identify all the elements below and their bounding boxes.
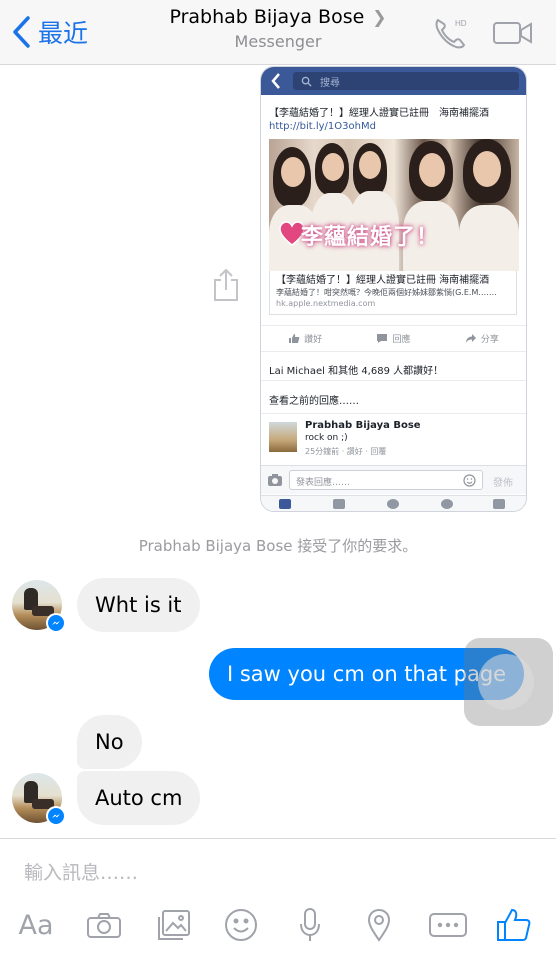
camera-icon	[268, 474, 282, 486]
likes-summary: Lai Michael 和其他 4,689 人都讚好！	[261, 351, 526, 381]
touch-indicator	[464, 638, 553, 726]
app-subtitle: Messenger	[234, 32, 322, 51]
comment-field: 發表回應……	[289, 470, 483, 490]
post-photo: 李蘊結婚了！	[269, 139, 519, 271]
camera-icon	[87, 913, 121, 938]
share-icon	[214, 268, 238, 301]
share-button[interactable]	[212, 268, 240, 302]
post-title: 【李蘊結婚了！】經理人證實已註冊 海南補擺酒	[269, 108, 489, 119]
chevron-left-icon	[271, 73, 280, 89]
location-icon	[367, 908, 391, 942]
video-icon	[493, 22, 532, 44]
link-domain: hk.apple.nextmedia.com	[276, 299, 376, 308]
photo-gallery-button[interactable]	[154, 900, 194, 950]
like-send-button[interactable]	[494, 900, 534, 950]
message-bubble-incoming[interactable]: Wht is it	[77, 578, 200, 632]
microphone-icon	[300, 908, 320, 941]
thumbs-up-icon	[497, 908, 531, 941]
message-bubble-incoming[interactable]: Auto cm	[77, 771, 201, 825]
svg-text:HD: HD	[455, 19, 467, 28]
like-action: 讚好	[288, 332, 322, 345]
share-action: 分享	[465, 332, 499, 345]
commenter-avatar	[269, 422, 297, 452]
commenter-name: Prabhab Bijaya Bose	[305, 420, 421, 431]
messenger-badge-icon	[46, 806, 66, 826]
contact-name-text: Prabhab Bijaya Bose	[169, 6, 365, 28]
more-button[interactable]	[426, 900, 470, 950]
contact-name[interactable]: Prabhab Bijaya Bose ❯	[0, 6, 556, 28]
text-format-button[interactable]: Aa	[14, 900, 58, 950]
message-input[interactable]: 輸入訊息……	[24, 858, 138, 885]
comment-text: rock on ;)	[305, 433, 348, 443]
photo-caption: 李蘊結婚了！	[301, 225, 440, 250]
search-placeholder: 搜尋	[320, 77, 340, 89]
post-actions: 讚好 回應 分享	[261, 325, 526, 350]
link-description: 李蘊結婚了！咁突然嘅？今晚佢兩個好姊妹鄒紫惝(G.E.M.……	[276, 288, 497, 297]
facebook-tab-bar	[261, 495, 526, 511]
emoji-icon	[225, 909, 257, 941]
previous-comments-link: 查看之前的回應……	[269, 396, 359, 407]
system-message: Prabhab Bijaya Bose 接受了你的要求。	[138, 537, 418, 555]
phone-hd-icon: HD	[435, 18, 467, 49]
link-preview: 【李蘊結婚了！】經理人證實已註冊 海南補擺酒 李蘊結婚了！咁突然嘅？今晚佢兩個好…	[269, 271, 517, 315]
comment-label: 回應	[392, 334, 411, 345]
comment-item: Prabhab Bijaya Bose rock on ;) 25分鐘前 · 讚…	[261, 413, 526, 464]
comment-action: 回應	[376, 332, 411, 345]
hd-call-button[interactable]: HD	[432, 14, 470, 50]
post-link: http://bit.ly/1O3ohMd	[269, 121, 376, 132]
microphone-button[interactable]	[292, 900, 328, 950]
message-bubble-incoming[interactable]: No	[77, 715, 142, 769]
share-label: 分享	[480, 334, 499, 345]
thumbs-up-icon	[289, 333, 300, 343]
comment-icon	[377, 333, 388, 343]
search-icon	[301, 76, 312, 87]
composer-divider	[0, 838, 556, 839]
composer-toolbar: Aa	[0, 900, 556, 950]
emoji-icon	[463, 474, 476, 487]
share-arrow-icon	[465, 333, 476, 343]
comment-meta: 25分鐘前 · 讚好 · 回覆	[305, 447, 387, 456]
emoji-button[interactable]	[221, 900, 261, 950]
shared-screenshot-card[interactable]: 搜尋 【李蘊結婚了！】經理人證實已註冊 海南補擺酒 http://bit.ly/…	[260, 66, 527, 512]
chevron-right-icon: ❯	[372, 8, 387, 28]
image-icon	[158, 910, 190, 940]
comment-post-button: 發佈	[493, 478, 513, 489]
facebook-header: 搜尋	[261, 67, 526, 95]
camera-button[interactable]	[84, 900, 124, 950]
messenger-badge-icon	[46, 613, 66, 633]
facebook-search: 搜尋	[293, 72, 519, 90]
like-label: 讚好	[304, 334, 323, 345]
location-button[interactable]	[360, 900, 398, 950]
comment-composer: 發表回應…… 發佈	[261, 465, 526, 494]
more-icon	[429, 913, 467, 937]
link-title: 【李蘊結婚了！】經理人證實已註冊 海南補擺酒	[276, 275, 490, 286]
video-call-button[interactable]	[492, 18, 534, 48]
aa-label: Aa	[18, 909, 54, 941]
